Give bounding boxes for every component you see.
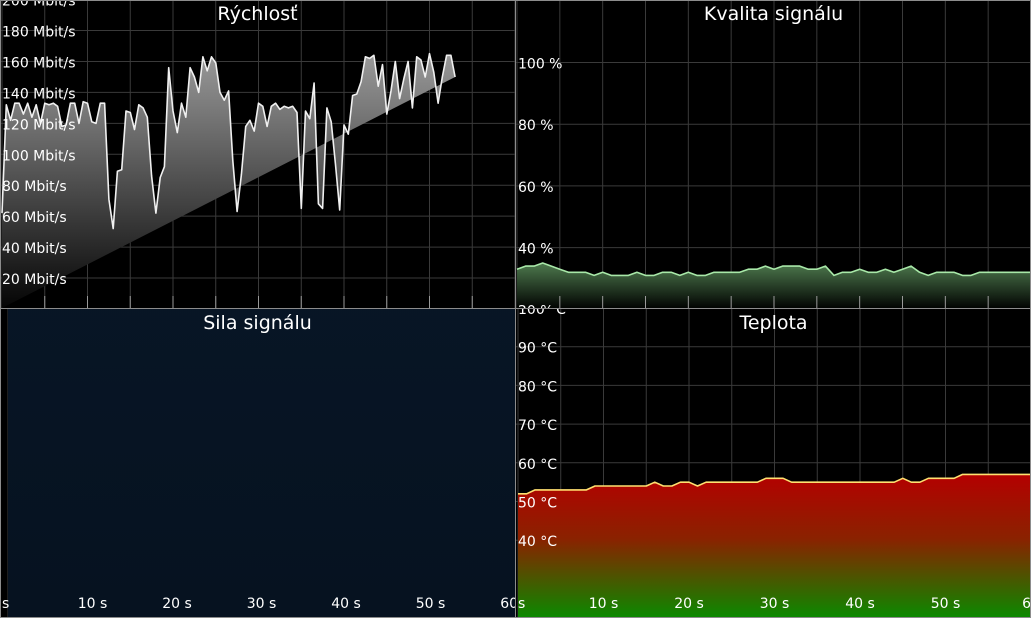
- speed-y-tick-label: 200 Mbit/s: [2, 0, 76, 10]
- speed-y-tick-label: 160 Mbit/s: [2, 55, 76, 71]
- speed-y-tick-label: 60 Mbit/s: [2, 210, 67, 226]
- quality-chart-title: Kvalita signálu: [704, 3, 843, 25]
- speed-y-tick-label: 120 Mbit/s: [2, 117, 76, 133]
- temperature-y-tick-label: 90 °C: [518, 341, 557, 357]
- temperature-x-tick-label: s: [518, 596, 525, 612]
- speed-y-tick-label: 20 Mbit/s: [2, 272, 67, 288]
- speed-chart-panel: 20 Mbit/s 40 Mbit/s 60 Mbit/s 80 Mbit/s 100 …: [0, 0, 515, 308]
- speed-chart-title: Rýchlosť: [217, 3, 298, 25]
- temperature-y-tick-label: 80 °C: [518, 379, 557, 395]
- strength-chart-panel: -50 db-55 db-60 db-65 db-70 db-75 dbs10 …: [0, 309, 515, 618]
- temperature-chart: 40 °C50 °C60 °C70 °C80 °C90 °C100 °C110 …: [516, 309, 1031, 618]
- temperature-y-tick-label: 50 °C: [518, 496, 557, 512]
- strength-x-tick-label: 60 s: [500, 596, 515, 612]
- temperature-x-tick-label: 20 s: [674, 596, 704, 612]
- quality-y-tick-label: 100 %: [518, 57, 562, 73]
- temperature-y-tick-label: 60 °C: [518, 457, 557, 473]
- strength-x-tick-label: 40 s: [331, 596, 361, 612]
- quality-chart: 20 % 40 % 60 % 80 % 100 % Kvalita signálu: [516, 0, 1031, 308]
- strength-x-tick-label: s: [2, 596, 9, 612]
- temperature-x-tick-label: 10 s: [589, 596, 619, 612]
- temperature-chart-title: Teplota: [738, 312, 807, 334]
- quality-chart-panel: 20 % 40 % 60 % 80 % 100 % Kvalita signálu: [516, 0, 1031, 308]
- temperature-chart-panel: 40 °C50 °C60 °C70 °C80 °C90 °C100 °C110 …: [516, 309, 1031, 618]
- speed-y-tick-label: 100 Mbit/s: [2, 148, 76, 164]
- strength-chart-title: Sila signálu: [203, 312, 312, 334]
- strength-x-tick-label: 20 s: [162, 596, 192, 612]
- strength-x-tick-label: 50 s: [416, 596, 446, 612]
- strength-chart: -50 db-55 db-60 db-65 db-70 db-75 dbs10 …: [2, 309, 515, 618]
- quality-y-tick-label: 40 %: [518, 242, 554, 258]
- speed-y-tick-label: 180 Mbit/s: [2, 25, 76, 41]
- speed-y-tick-label: 40 Mbit/s: [2, 241, 67, 257]
- strength-x-tick-label: 30 s: [247, 596, 277, 612]
- quality-y-tick-label: 60 %: [518, 180, 554, 196]
- temperature-x-tick-label: 30 s: [760, 596, 790, 612]
- quality-y-tick-label: 80 %: [518, 118, 554, 134]
- temperature-x-tick-label: 40 s: [845, 596, 875, 612]
- temperature-x-tick-label: 60: [1022, 596, 1031, 612]
- strength-series-area: [8, 309, 515, 618]
- strength-x-tick-label: 10 s: [78, 596, 108, 612]
- speed-y-tick-label: 140 Mbit/s: [2, 86, 76, 102]
- temperature-y-tick-label: 40 °C: [518, 534, 557, 550]
- speed-chart: 20 Mbit/s 40 Mbit/s 60 Mbit/s 80 Mbit/s 100 …: [0, 0, 515, 308]
- speed-y-tick-label: 80 Mbit/s: [2, 179, 67, 195]
- temperature-x-tick-label: 50 s: [931, 596, 961, 612]
- quality-y-tick-label: 20 %: [518, 303, 554, 308]
- temperature-y-tick-label: 70 °C: [518, 418, 557, 434]
- temperature-y-tick-label: 100 °C: [518, 309, 566, 318]
